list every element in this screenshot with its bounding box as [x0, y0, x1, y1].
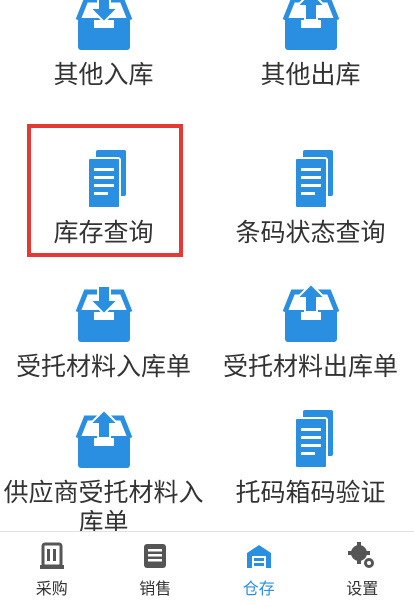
document-icon — [293, 150, 333, 209]
tray-up-icon — [282, 282, 339, 342]
tile-label: 库存查询 — [53, 218, 154, 247]
tray-up-icon — [75, 408, 132, 468]
tab-label: 设置 — [346, 578, 379, 598]
ledger-icon — [39, 542, 64, 569]
bottom-tab-bar: 采购 销售 仓存 设置 — [0, 531, 414, 607]
tray-up-icon — [282, 0, 339, 50]
tab-label: 仓存 — [242, 578, 275, 598]
tab-settings[interactable]: 设置 — [311, 532, 414, 607]
tab-sales[interactable]: 销售 — [104, 532, 208, 607]
tile-pallet-box-code-verify[interactable]: 托码箱码验证 — [207, 408, 414, 508]
tile-other-outbound[interactable]: 其他出库 — [207, 0, 414, 90]
function-grid: 其他入库 其他出库 库存查询 条码状态查询 受托材料入库单 受托材料出库单 供应… — [0, 0, 414, 532]
tab-purchase[interactable]: 采购 — [0, 532, 104, 607]
warehouse-icon — [246, 544, 271, 568]
tile-label: 其他出库 — [260, 60, 361, 89]
tab-label: 采购 — [35, 578, 68, 598]
tile-label: 受托材料出库单 — [222, 352, 398, 381]
tile-label: 条码状态查询 — [235, 218, 386, 247]
tile-supplier-consigned-inbound[interactable]: 供应商受托材料入库单 — [0, 408, 207, 532]
tile-label: 其他入库 — [53, 60, 154, 89]
receipt-icon — [144, 543, 167, 568]
document-icon — [86, 150, 126, 209]
tile-consigned-outbound[interactable]: 受托材料出库单 — [207, 282, 414, 382]
tray-down-icon — [75, 0, 132, 50]
tile-label: 受托材料入库单 — [15, 352, 191, 381]
tray-down-icon — [75, 285, 132, 342]
tile-barcode-status-query[interactable]: 条码状态查询 — [207, 148, 414, 248]
gears-icon — [348, 541, 375, 568]
tab-label: 销售 — [139, 578, 172, 598]
tile-consigned-inbound[interactable]: 受托材料入库单 — [0, 282, 207, 382]
tile-inventory-query[interactable]: 库存查询 — [0, 148, 207, 248]
document-icon — [293, 410, 333, 469]
tile-label: 托码箱码验证 — [235, 478, 386, 507]
tile-label: 供应商受托材料入库单 — [3, 478, 204, 532]
tab-warehouse[interactable]: 仓存 — [207, 532, 311, 607]
tile-other-inbound[interactable]: 其他入库 — [0, 0, 207, 90]
